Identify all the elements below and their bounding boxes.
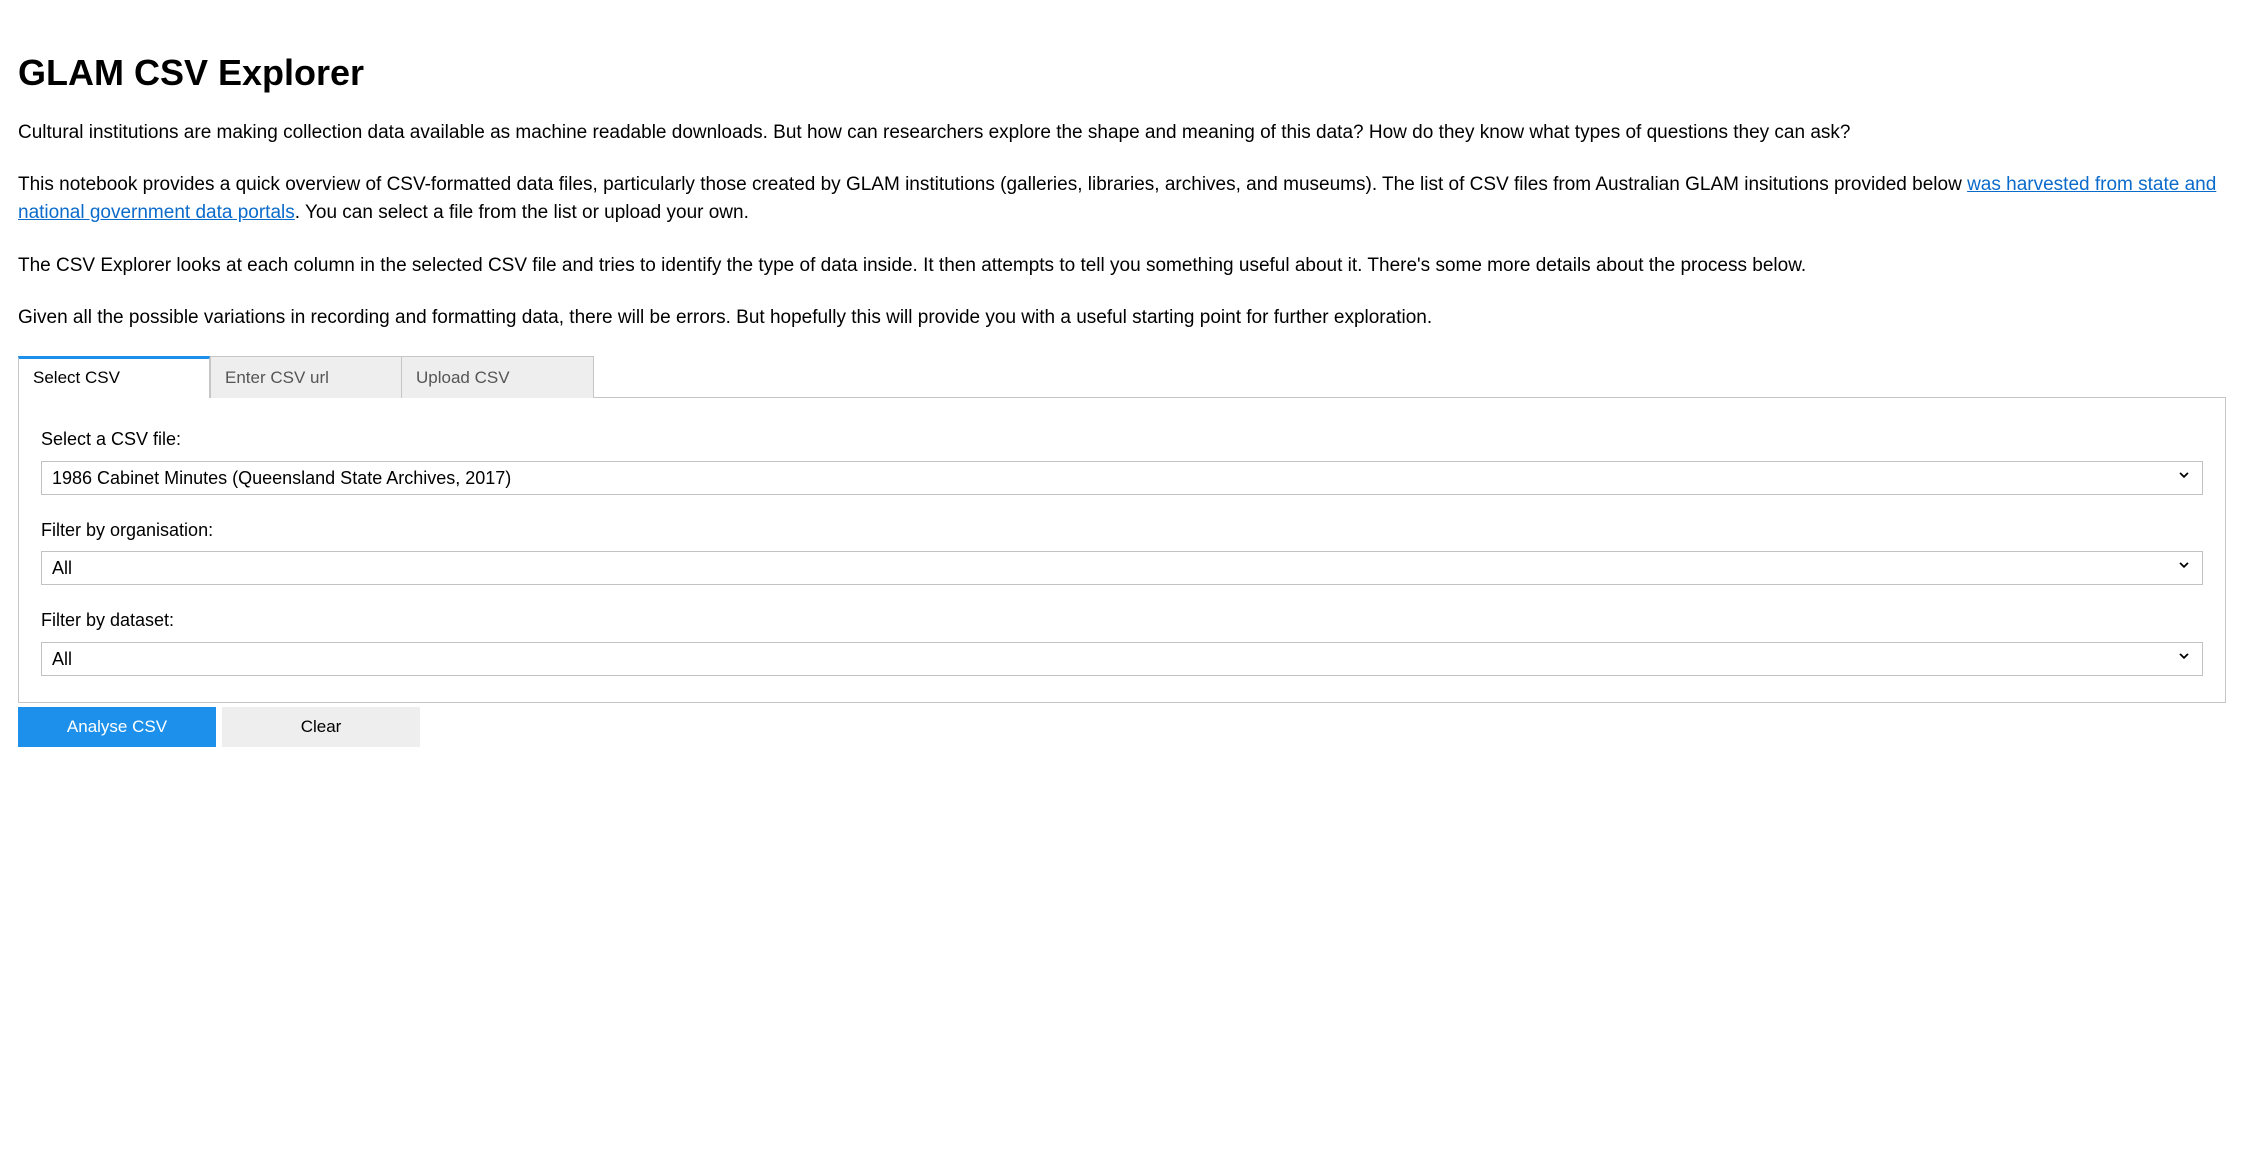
org-filter-select[interactable]: All — [41, 551, 2203, 585]
org-filter-label: Filter by organisation: — [41, 517, 2203, 544]
action-row: Analyse CSV Clear — [18, 707, 2226, 747]
org-filter-wrap: All — [41, 551, 2203, 585]
intro-paragraph-4: Given all the possible variations in rec… — [18, 304, 2226, 332]
intro-p2-before: This notebook provides a quick overview … — [18, 174, 1967, 195]
intro-paragraph-2: This notebook provides a quick overview … — [18, 171, 2226, 227]
dataset-filter-label: Filter by dataset: — [41, 607, 2203, 634]
tab-enter-csv-url[interactable]: Enter CSV url — [210, 356, 402, 398]
tab-select-csv[interactable]: Select CSV — [18, 356, 210, 398]
analyse-button[interactable]: Analyse CSV — [18, 707, 216, 747]
clear-button[interactable]: Clear — [222, 707, 420, 747]
dataset-filter-wrap: All — [41, 642, 2203, 676]
intro-p2-after: . You can select a file from the list or… — [295, 202, 749, 223]
dataset-filter-select[interactable]: All — [41, 642, 2203, 676]
tab-upload-csv[interactable]: Upload CSV — [402, 356, 594, 398]
tab-bar: Select CSV Enter CSV url Upload CSV — [18, 356, 2226, 398]
file-select[interactable]: 1986 Cabinet Minutes (Queensland State A… — [41, 461, 2203, 495]
file-select-label: Select a CSV file: — [41, 426, 2203, 453]
page-title: GLAM CSV Explorer — [18, 46, 2226, 99]
select-csv-panel: Select a CSV file: 1986 Cabinet Minutes … — [18, 397, 2226, 703]
file-select-wrap: 1986 Cabinet Minutes (Queensland State A… — [41, 461, 2203, 495]
intro-paragraph-1: Cultural institutions are making collect… — [18, 119, 2226, 147]
intro-paragraph-3: The CSV Explorer looks at each column in… — [18, 252, 2226, 280]
